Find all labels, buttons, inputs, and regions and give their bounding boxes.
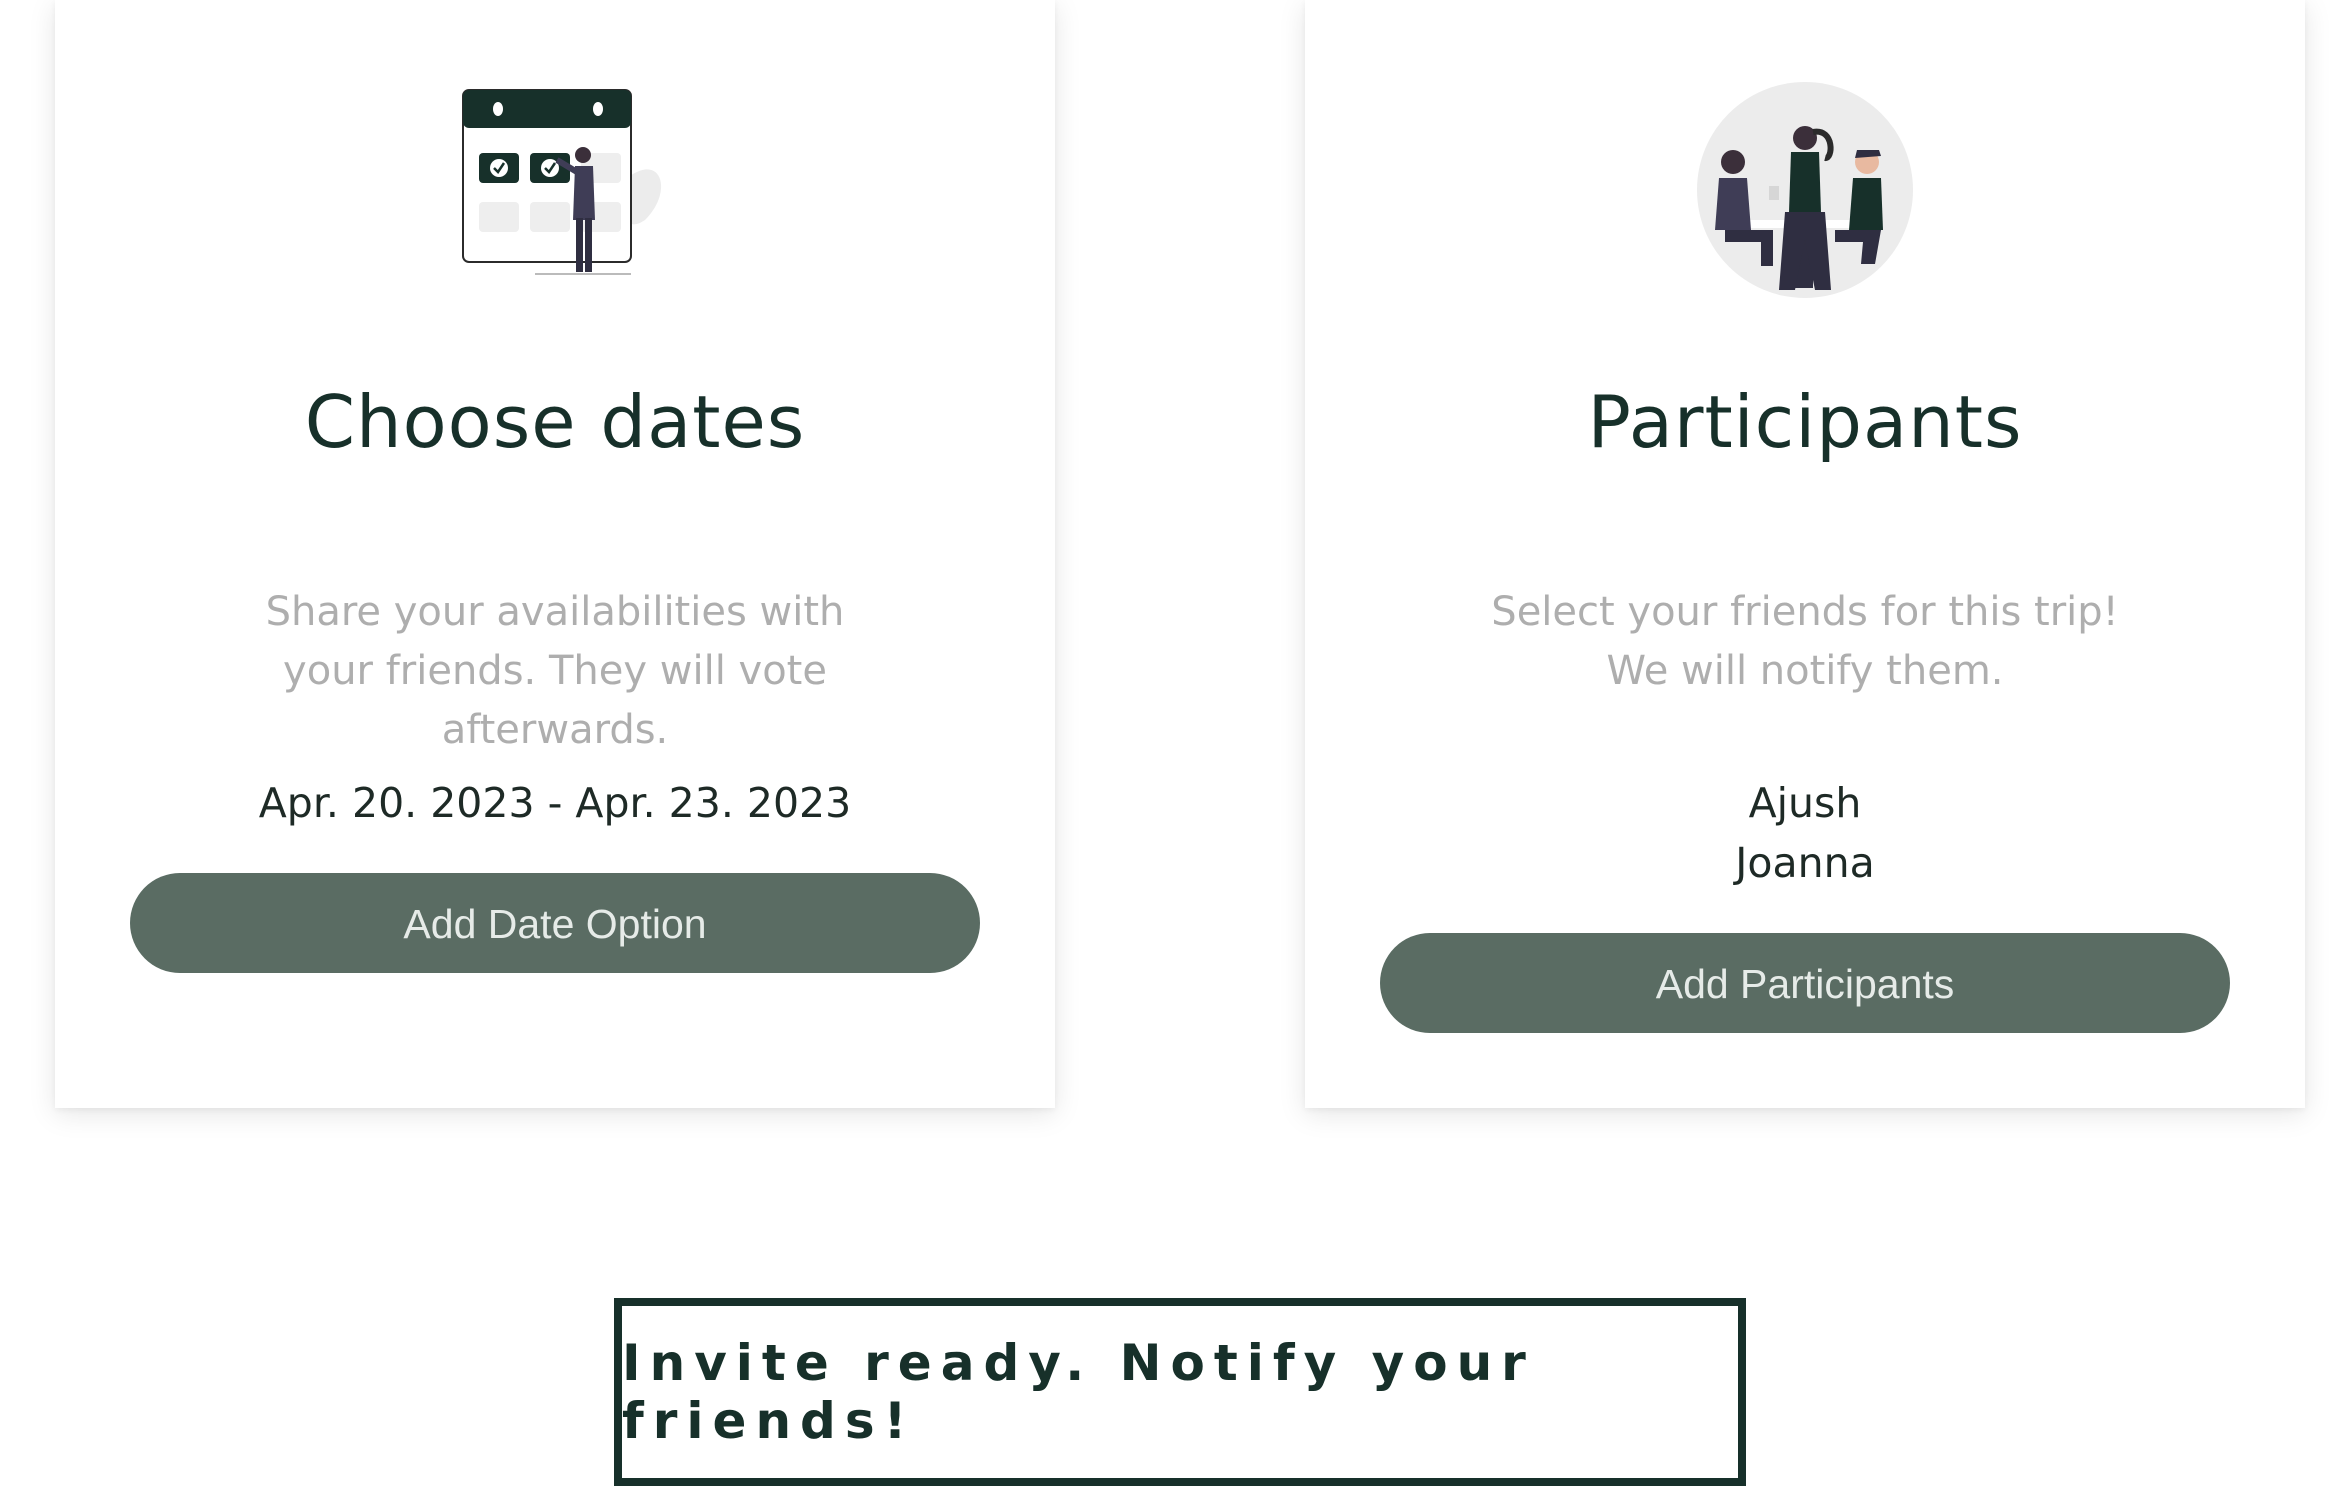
people-meeting-illustration-icon bbox=[1305, 80, 2305, 300]
notify-friends-label: Invite ready. Notify your friends! bbox=[622, 1334, 1535, 1450]
participant-item: Ajush bbox=[1748, 779, 1862, 827]
notify-friends-button[interactable]: Invite ready. Notify your friends! bbox=[614, 1298, 1746, 1486]
participants-card-description: Select your friends for this trip! We wi… bbox=[1491, 589, 2119, 694]
participants-card: Participants Select your friends for thi… bbox=[1305, 0, 2305, 1108]
dates-card-title: Choose dates bbox=[304, 380, 806, 464]
date-range-text: Apr. 20. 2023 - Apr. 23. 2023 bbox=[258, 779, 852, 827]
add-date-option-button[interactable]: Add Date Option bbox=[130, 873, 980, 973]
participants-card-title: Participants bbox=[1587, 380, 2023, 464]
calendar-illustration-icon bbox=[55, 80, 1055, 300]
participant-item: Joanna bbox=[1735, 839, 1875, 887]
choose-dates-card: Choose dates Share your availabilities w… bbox=[55, 0, 1055, 1108]
add-participants-button[interactable]: Add Participants bbox=[1380, 933, 2230, 1033]
dates-card-description: Share your availabilities with your frie… bbox=[265, 589, 845, 753]
